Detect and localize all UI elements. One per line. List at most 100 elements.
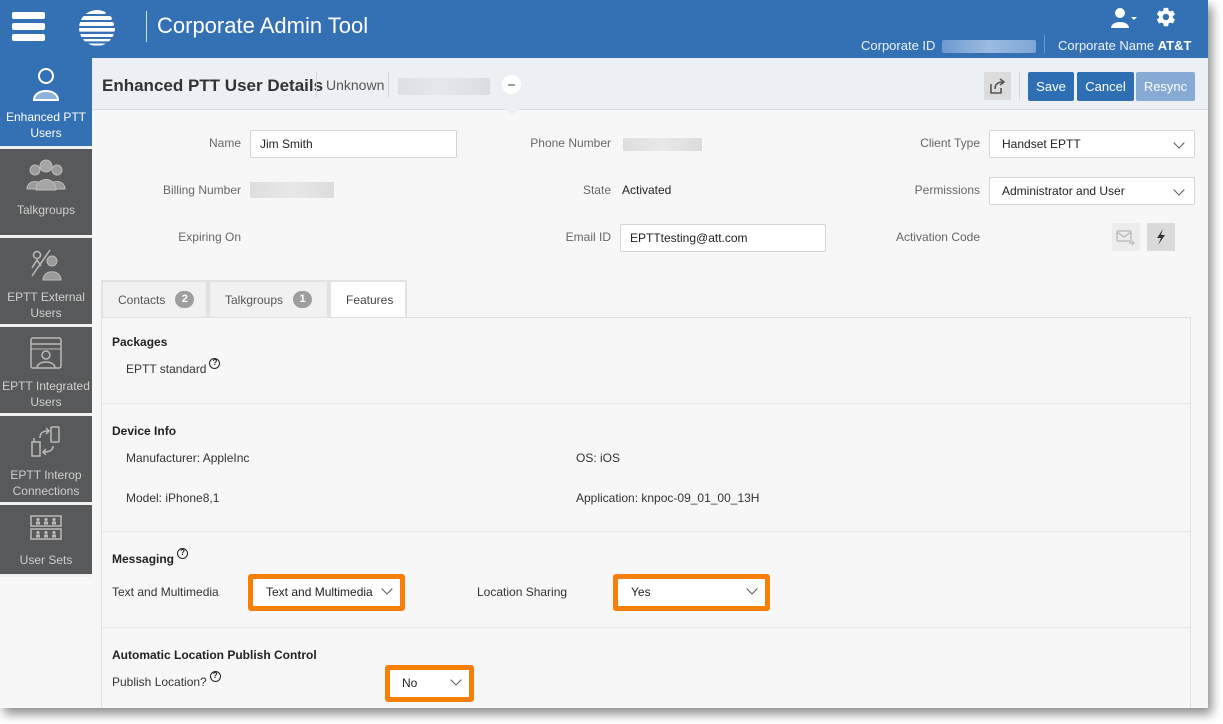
- client-type-value: Handset EPTT: [1002, 137, 1081, 151]
- corporate-id-value-redacted: [942, 40, 1036, 53]
- chevron-down-icon: [1173, 137, 1185, 149]
- count-badge: 1: [293, 291, 313, 309]
- status-text: Unknown: [326, 77, 385, 93]
- publish-location-label: Publish Location??: [112, 671, 221, 689]
- cancel-button[interactable]: Cancel: [1077, 72, 1134, 101]
- sidebar-item-eptt-integrated-users[interactable]: EPTT Integrated Users: [0, 327, 92, 416]
- publish-location-label-text: Publish Location?: [112, 675, 207, 689]
- send-activation-email-button[interactable]: [1112, 223, 1140, 251]
- client-type-label: Client Type: [920, 136, 980, 150]
- sidebar-label: Users: [30, 126, 62, 140]
- location-sharing-value: Yes: [631, 585, 651, 599]
- sidebar-label: EPTT Integrated: [2, 379, 90, 393]
- model-text: Model: iPhone8,1: [126, 491, 220, 505]
- features-panel: Packages EPTT standard? Device Info Manu…: [101, 317, 1191, 708]
- sidebar-item-eptt-interop-connections[interactable]: EPTT Interop Connections: [0, 416, 92, 505]
- tab-features[interactable]: Features: [329, 280, 407, 319]
- corporate-name-label: Corporate Name: [1058, 38, 1155, 53]
- highlight-box: Yes: [613, 574, 770, 611]
- sidebar-item-enhanced-ptt-users[interactable]: Enhanced PTT Users: [0, 58, 92, 149]
- messaging-title: Messaging?: [112, 548, 189, 566]
- device-info-title: Device Info: [112, 424, 177, 438]
- permissions-value: Administrator and User: [1002, 184, 1125, 198]
- integrated-user-icon: [30, 337, 62, 369]
- sidebar-item-eptt-external-users[interactable]: EPTT External Users: [0, 238, 92, 327]
- redacted-value: [398, 78, 490, 95]
- tab-label: Contacts: [118, 293, 166, 307]
- share-icon: [989, 78, 1005, 94]
- share-button[interactable]: [984, 72, 1011, 100]
- user-sets-icon: [30, 515, 62, 540]
- divider: [316, 72, 317, 98]
- sidebar-item-user-sets[interactable]: User Sets: [0, 505, 92, 577]
- application-text: Application: knpoc-09_01_00_13H: [576, 491, 760, 505]
- help-icon[interactable]: ?: [209, 671, 221, 682]
- tab-label: Talkgroups: [225, 293, 284, 307]
- expiring-on-label: Expiring On: [178, 230, 241, 244]
- packages-section: Packages EPTT standard?: [102, 318, 1190, 404]
- billing-number-label: Billing Number: [162, 183, 241, 197]
- messaging-title-text: Messaging: [112, 552, 175, 566]
- sidebar-label: Talkgroups: [16, 203, 76, 217]
- gear-icon[interactable]: [1155, 6, 1177, 28]
- sidebar-label: Enhanced PTT: [5, 110, 87, 124]
- location-sharing-select[interactable]: Yes: [618, 579, 765, 606]
- count-badge: 2: [175, 291, 195, 309]
- tab-label: Features: [346, 293, 394, 307]
- app-title: Corporate Admin Tool: [157, 13, 369, 38]
- save-button[interactable]: Save: [1028, 72, 1074, 101]
- sidebar-label: EPTT External: [7, 290, 85, 304]
- location-publish-section: Automatic Location Publish Control Publi…: [102, 628, 1190, 708]
- interop-icon: [31, 426, 60, 457]
- corporate-name-value: AT&T: [1157, 38, 1192, 53]
- resync-button[interactable]: Resync: [1136, 72, 1195, 101]
- name-label: Name: [208, 136, 241, 150]
- device-info-section: Device Info Manufacturer: AppleInc OS: i…: [102, 404, 1190, 532]
- manufacturer-text: Manufacturer: AppleInc: [126, 451, 250, 465]
- phone-number-redacted: [623, 138, 702, 151]
- activation-code-label: Activation Code: [895, 230, 980, 244]
- lightning-icon: [1157, 229, 1165, 245]
- package-name: EPTT standard: [126, 362, 207, 376]
- sidebar-label: Users: [30, 306, 62, 320]
- chevron-down-icon: [381, 583, 393, 595]
- mail-forward-icon: [1116, 230, 1135, 246]
- location-sharing-label: Location Sharing: [477, 585, 568, 599]
- chevron-down-icon: [746, 583, 758, 595]
- alpc-title: Automatic Location Publish Control: [112, 648, 317, 662]
- highlight-box: Text and Multimedia: [248, 574, 405, 611]
- top-bar: Corporate Admin Tool Corporate ID Corpor…: [0, 0, 1208, 58]
- publish-location-select[interactable]: No: [390, 670, 469, 697]
- text-multimedia-select[interactable]: Text and Multimedia: [253, 579, 400, 606]
- os-text: OS: iOS: [576, 451, 621, 465]
- client-type-select[interactable]: Handset EPTT: [989, 130, 1195, 158]
- sidebar-label: Connections: [12, 484, 80, 498]
- external-user-icon: [31, 249, 62, 281]
- user-icon: [32, 68, 60, 101]
- email-field[interactable]: EPTTtesting@att.com: [620, 224, 826, 252]
- name-field[interactable]: Jim Smith: [250, 130, 457, 158]
- divider: [388, 72, 389, 98]
- messaging-section: Messaging? Text and Multimedia Text and …: [102, 532, 1190, 628]
- page-header: Enhanced PTT User Details Unknown Save C…: [92, 58, 1208, 116]
- collapse-icon[interactable]: [502, 75, 521, 94]
- sidebar-label: Users: [30, 395, 62, 409]
- user-dropdown-icon[interactable]: [1110, 7, 1138, 29]
- text-multimedia-label: Text and Multimedia: [112, 585, 219, 599]
- state-value: Activated: [622, 183, 672, 197]
- phone-number-label: Phone Number: [530, 136, 611, 150]
- permissions-label: Permissions: [914, 183, 980, 197]
- page-title: Enhanced PTT User Details: [102, 76, 324, 95]
- sidebar-item-talkgroups[interactable]: Talkgroups: [0, 149, 92, 238]
- permissions-select[interactable]: Administrator and User: [989, 177, 1195, 205]
- help-icon[interactable]: ?: [177, 548, 189, 559]
- help-icon[interactable]: ?: [209, 358, 221, 369]
- tab-contacts[interactable]: Contacts 2: [101, 280, 208, 317]
- group-icon: [26, 159, 66, 191]
- email-label: Email ID: [565, 230, 611, 244]
- tab-talkgroups[interactable]: Talkgroups 1: [208, 280, 329, 317]
- corporate-id-label: Corporate ID: [861, 38, 936, 53]
- package-item: EPTT standard?: [126, 358, 221, 376]
- generate-activation-code-button[interactable]: [1147, 223, 1175, 251]
- hamburger-menu-icon[interactable]: [12, 12, 45, 41]
